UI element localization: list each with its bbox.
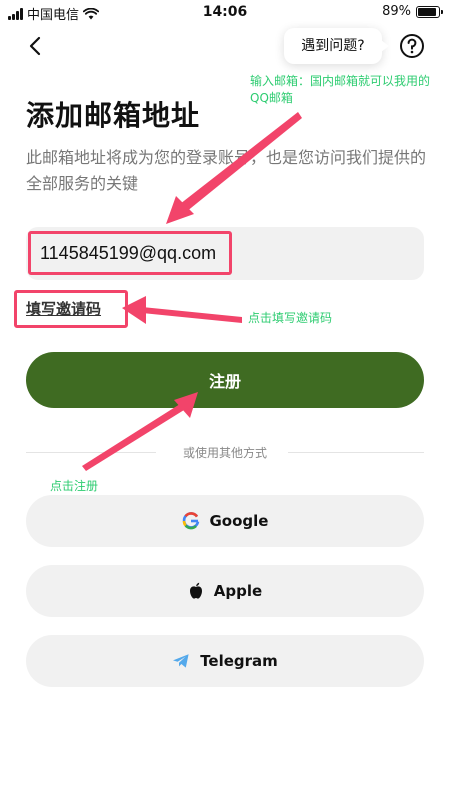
invite-annotation-arrow xyxy=(122,296,242,324)
invite-code-link[interactable]: 填写邀请码 xyxy=(26,298,101,319)
battery-icon xyxy=(416,5,443,18)
register-button[interactable]: 注册 xyxy=(26,352,424,408)
telegram-icon xyxy=(173,654,189,668)
register-button-label: 注册 xyxy=(208,372,241,391)
status-right: 89% xyxy=(382,4,443,19)
google-icon xyxy=(182,512,199,530)
page-title: 添加邮箱地址 xyxy=(26,99,201,132)
alt-login-divider: 或使用其他方式 xyxy=(26,444,424,460)
apple-login-label: Apple xyxy=(213,582,263,600)
status-bar: 中国电信 14:06 89% xyxy=(0,0,450,24)
battery-fill xyxy=(418,7,436,16)
help-question-icon[interactable] xyxy=(399,33,425,59)
back-arrow-icon[interactable] xyxy=(24,34,48,58)
invite-annotation-text: 点击填写邀请码 xyxy=(248,311,333,325)
apple-icon xyxy=(189,582,202,599)
page-subtitle: 此邮箱地址将成为您的登录账号，也是您访问我们提供的全部服务的关键 xyxy=(26,148,427,193)
email-field-container xyxy=(26,227,424,280)
telegram-login-label: Telegram xyxy=(200,652,278,670)
help-tooltip[interactable]: 遇到问题? xyxy=(284,28,389,64)
battery-percent: 89% xyxy=(382,4,411,19)
divider-text: 或使用其他方式 xyxy=(182,446,267,460)
email-annotation-text: 输入邮箱：国内邮箱就可以我用的QQ邮箱 xyxy=(250,74,431,105)
apple-login-button[interactable]: Apple xyxy=(26,565,424,617)
register-annotation-text: 点击注册 xyxy=(50,479,99,493)
google-login-label: Google xyxy=(209,512,269,530)
google-login-button[interactable]: Google xyxy=(26,495,424,547)
telegram-login-button[interactable]: Telegram xyxy=(26,635,424,687)
email-field[interactable] xyxy=(40,227,410,280)
